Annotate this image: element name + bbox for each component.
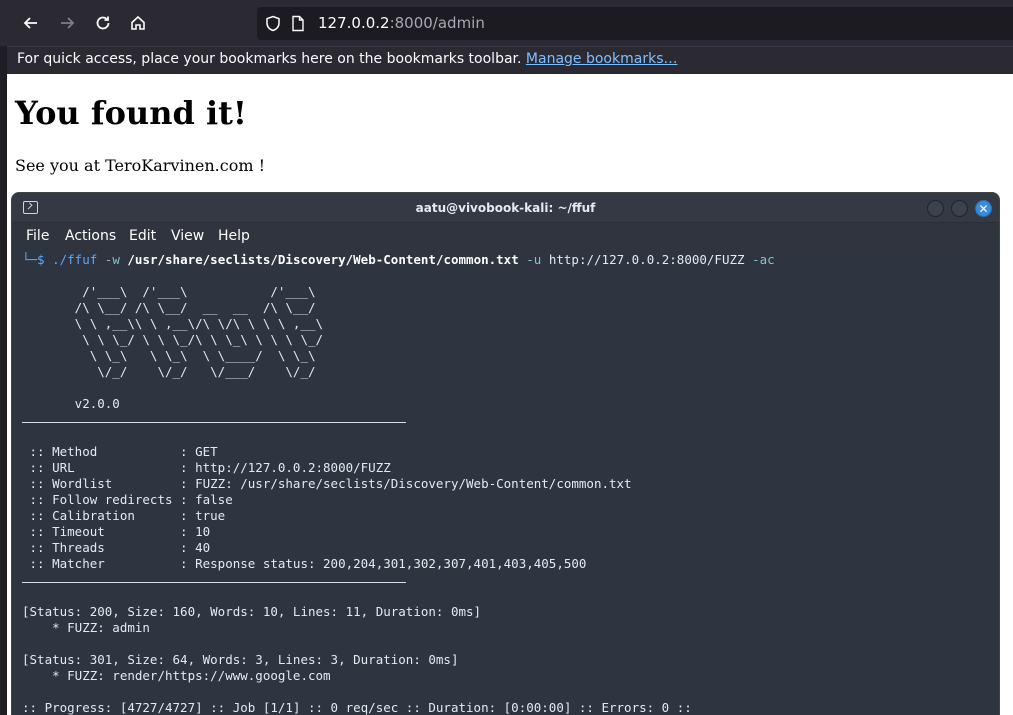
separator-line (22, 422, 406, 423)
separator-line (22, 582, 406, 583)
result-fuzz: * FUZZ: admin (22, 620, 150, 635)
url-bar[interactable]: 127.0.0.2:8000/admin (257, 7, 1013, 40)
menu-edit[interactable]: Edit (129, 228, 156, 244)
banner-line: \/_/ \/_/ \/___/ \/_/ (22, 364, 316, 379)
forward-button[interactable] (55, 11, 79, 35)
menu-view[interactable]: View (171, 228, 204, 244)
result-fuzz: * FUZZ: render/https://www.google.com (22, 668, 331, 683)
maximize-button[interactable] (951, 200, 968, 217)
version-line: v2.0.0 (22, 396, 120, 411)
terminal-window[interactable]: aatu@vivobook-kali: ~/ffuf ✕ File Action… (11, 192, 1000, 715)
page-icon[interactable] (291, 15, 305, 32)
banner-line: /'___\ /'___\ /'___\ (22, 284, 316, 299)
arrow-right-icon (61, 17, 75, 29)
command-flag-w: -w (104, 252, 120, 267)
banner-line: \ \_\ \ \_\ \ \____/ \ \_\ (22, 348, 316, 363)
command-wordlist: /usr/share/seclists/Discovery/Web-Conten… (127, 252, 519, 267)
menu-help[interactable]: Help (218, 228, 250, 244)
url-path: :8000/admin (389, 14, 485, 32)
page-heading: You found it! (15, 94, 247, 132)
config-line: :: Calibration : true (22, 508, 226, 523)
menu-file[interactable]: File (26, 228, 49, 244)
config-line: :: Matcher : Response status: 200,204,30… (22, 556, 587, 571)
terminal-title: aatu@vivobook-kali: ~/ffuf (415, 201, 596, 215)
config-line: :: Wordlist : FUZZ: /usr/share/seclists/… (22, 476, 632, 491)
browser-toolbar: 127.0.0.2:8000/admin (0, 0, 1013, 46)
banner-line: \ \ \_/ \ \ \_/\ \ \_\ \ \ \ \_/ (22, 332, 324, 347)
manage-bookmarks-link[interactable]: Manage bookmarks… (526, 51, 678, 67)
back-button[interactable] (19, 11, 43, 35)
minimize-button[interactable] (927, 200, 944, 217)
config-line: :: URL : http://127.0.0.2:8000/FUZZ (22, 460, 391, 475)
home-button[interactable] (126, 11, 150, 35)
url-text[interactable]: 127.0.0.2:8000/admin (318, 14, 485, 32)
command-url: http://127.0.0.2:8000/FUZZ (548, 252, 745, 267)
menu-actions[interactable]: Actions (65, 228, 116, 244)
close-button[interactable]: ✕ (975, 200, 992, 217)
url-host: 127.0.0.2 (318, 14, 390, 32)
command-executable: ./ffuf (52, 252, 98, 267)
command-line: └─$ ./ffuf -w /usr/share/seclists/Discov… (22, 252, 775, 268)
reload-button[interactable] (91, 11, 115, 35)
bookmarks-message: For quick access, place your bookmarks h… (17, 51, 677, 67)
desktop-edge (0, 46, 7, 715)
config-line: :: Follow redirects : false (22, 492, 233, 507)
config-line: :: Method : GET (22, 444, 218, 459)
command-flag-u: -u (526, 252, 542, 267)
progress-line: :: Progress: [4727/4727] :: Job [1/1] ::… (22, 700, 692, 715)
home-icon (131, 15, 145, 30)
result-status: [Status: 200, Size: 160, Words: 10, Line… (22, 604, 482, 619)
reload-icon (96, 16, 110, 30)
arrow-left-icon (23, 17, 37, 29)
terminal-output[interactable]: └─$ ./ffuf -w /usr/share/seclists/Discov… (12, 250, 999, 715)
result-status: [Status: 301, Size: 64, Words: 3, Lines:… (22, 652, 459, 667)
terminal-menubar: File Actions Edit View Help (12, 223, 999, 250)
bookmarks-message-text: For quick access, place your bookmarks h… (17, 51, 522, 67)
config-line: :: Threads : 40 (22, 540, 211, 555)
bookmarks-toolbar: For quick access, place your bookmarks h… (7, 46, 1013, 74)
command-flag-ac: -ac (752, 252, 775, 267)
banner-line: \ \ ,__\\ \ ,__\/\ \/\ \ \ \ ,__\ (22, 316, 324, 331)
shield-icon[interactable] (265, 15, 281, 32)
terminal-titlebar[interactable]: aatu@vivobook-kali: ~/ffuf ✕ (12, 193, 999, 223)
close-icon: ✕ (978, 201, 989, 216)
config-line: :: Timeout : 10 (22, 524, 211, 539)
prompt-symbol: └─$ (22, 252, 45, 267)
page-text: See you at TeroKarvinen.com ! (15, 156, 266, 175)
banner-line: /\ \__/ /\ \__/ __ __ /\ \__/ (22, 300, 316, 315)
